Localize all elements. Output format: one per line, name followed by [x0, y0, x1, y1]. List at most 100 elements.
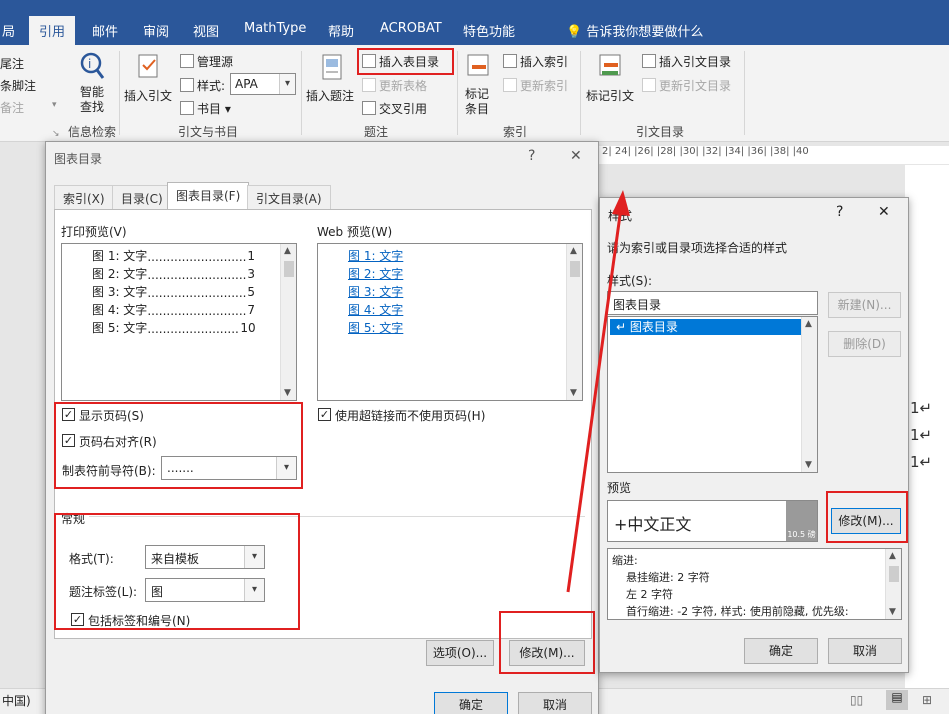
description-line: 缩进: [612, 554, 638, 567]
manage-sources-button[interactable]: 管理源 [180, 53, 233, 70]
preview-label: 预览 [607, 481, 632, 495]
status-language[interactable]: 中国) [2, 692, 31, 709]
page-number-text: 1↵ [910, 399, 933, 417]
insert-index-icon [503, 54, 517, 68]
preview-size: 10.5 磅 [786, 501, 817, 541]
use-hyperlinks-checkbox[interactable]: ✓ [318, 408, 331, 421]
lightbulb-icon: 💡 [566, 25, 583, 40]
style-cancel-button[interactable]: 取消 [828, 638, 902, 664]
tab-acrobat[interactable]: ACROBAT [380, 21, 442, 36]
dialog-launcher-icon[interactable]: ↘ [52, 129, 60, 139]
highlight-style-modify-button [826, 491, 908, 543]
group-authorities-label: 引文目录 [636, 125, 685, 139]
read-mode-icon[interactable]: ▯▯ [850, 693, 863, 707]
insert-index-button[interactable]: 插入索引 [503, 53, 568, 70]
bibliography-button[interactable]: 书目 ▾ [180, 100, 231, 117]
update-index-button[interactable]: 更新索引 [503, 77, 568, 94]
tab-help[interactable]: 帮助 [328, 21, 354, 40]
web-link[interactable]: 图 5: 文字 [348, 319, 403, 336]
group-citations-label: 引文与书目 [178, 125, 239, 139]
mark-citation-button[interactable]: 标记引文 [586, 87, 634, 104]
update-table-button[interactable]: 更新表格 [362, 77, 427, 94]
bibliography-icon [180, 101, 194, 115]
print-layout-icon[interactable]: ▤ [886, 690, 908, 710]
chevron-up-icon[interactable]: ▲ [284, 246, 291, 256]
style-ok-button[interactable]: 确定 [744, 638, 818, 664]
insert-citation-button[interactable]: 插入引文 [124, 87, 172, 104]
show-notes-button[interactable]: 备注 [0, 99, 24, 116]
scrollbar[interactable]: ▲ ▼ [566, 244, 582, 400]
scrollbar[interactable]: ▲ ▼ [885, 549, 901, 619]
group-separator [457, 51, 458, 135]
citation-style-select[interactable]: APA ▾ [230, 73, 296, 95]
new-style-button[interactable]: 新建(N)... [828, 292, 901, 318]
close-icon[interactable]: ✕ [570, 148, 582, 164]
tab-review[interactable]: 审阅 [143, 21, 169, 40]
chevron-down-icon[interactable]: ▼ [889, 607, 896, 617]
scroll-thumb[interactable] [570, 261, 580, 277]
help-icon[interactable]: ? [836, 204, 843, 220]
tab-mailings[interactable]: 邮件 [92, 21, 118, 40]
chevron-down-icon[interactable]: ▼ [805, 460, 812, 470]
endnote-button[interactable]: 尾注 [0, 55, 24, 72]
update-table-of-authorities-button[interactable]: 更新引文目录 [642, 77, 731, 94]
ok-button[interactable]: 确定 [434, 692, 508, 714]
highlight-modify-button [499, 611, 595, 674]
next-footnote-button[interactable]: 条脚注 [0, 77, 36, 94]
cancel-button[interactable]: 取消 [518, 692, 592, 714]
web-layout-icon[interactable]: ⊞ [922, 693, 932, 707]
print-preview-box: 图 1: 文字.................................… [61, 243, 297, 401]
use-hyperlinks-label[interactable]: 使用超链接而不使用页码(H) [335, 407, 485, 424]
style-name-input[interactable]: 图表目录 [607, 291, 818, 315]
list-item: 图 2: 文字.................................… [92, 265, 255, 282]
web-link[interactable]: 图 4: 文字 [348, 301, 403, 318]
web-link[interactable]: 图 3: 文字 [348, 283, 403, 300]
chevron-up-icon[interactable]: ▲ [889, 551, 896, 561]
help-icon[interactable]: ? [528, 148, 535, 164]
chevron-up-icon[interactable]: ▲ [570, 246, 577, 256]
chevron-up-icon[interactable]: ▲ [805, 319, 812, 329]
cross-reference-button[interactable]: 交叉引用 [362, 100, 427, 117]
tab-table-of-figures[interactable]: 图表目录(F) [167, 182, 250, 210]
chevron-down-icon[interactable]: ▼ [284, 388, 291, 398]
scroll-thumb[interactable] [284, 261, 294, 277]
group-separator [301, 51, 302, 135]
tell-me-search[interactable]: 💡 告诉我你想要做什么 [566, 21, 703, 40]
insert-caption-button[interactable]: 插入题注 [306, 87, 354, 104]
group-separator [580, 51, 581, 135]
entry-text: 图 4: 文字 [92, 303, 148, 317]
delete-style-button[interactable]: 删除(D) [828, 331, 901, 357]
style-list-item-selected[interactable]: ↵ 图表目录 [610, 319, 801, 335]
close-icon[interactable]: ✕ [878, 204, 890, 220]
tab-special-features[interactable]: 特色功能 [463, 21, 515, 40]
web-link[interactable]: 图 1: 文字 [348, 247, 403, 264]
scrollbar[interactable]: ▲ ▼ [801, 317, 817, 472]
web-link[interactable]: 图 2: 文字 [348, 265, 403, 282]
scrollbar[interactable]: ▲ ▼ [280, 244, 296, 400]
sources-icon [180, 54, 194, 68]
mark-entry-button[interactable]: 标记条目 [464, 87, 490, 117]
list-item: 图 1: 文字.................................… [92, 247, 255, 264]
insert-caption-icon [322, 54, 342, 80]
tab-references[interactable]: 引用 [29, 16, 76, 48]
options-button[interactable]: 选项(O)... [426, 640, 494, 666]
web-preview-label: Web 预览(W) [317, 225, 393, 239]
tab-layout[interactable]: 局 [2, 21, 15, 40]
chevron-down-icon[interactable]: ▾ [279, 74, 295, 94]
tab-mathtype[interactable]: MathType [244, 21, 306, 36]
insert-index-label: 插入索引 [520, 55, 569, 69]
highlight-insert-table-of-figures [357, 48, 454, 75]
svg-text:i: i [88, 57, 91, 71]
tab-index[interactable]: 索引(X) [54, 185, 114, 209]
chevron-down-icon[interactable]: ▾ [52, 100, 57, 110]
tab-toc[interactable]: 目录(C) [112, 185, 172, 209]
insert-table-of-authorities-button[interactable]: 插入引文目录 [642, 53, 731, 70]
tab-view[interactable]: 视图 [193, 21, 219, 40]
smart-lookup-button[interactable]: 智能查找 [78, 85, 106, 115]
scroll-thumb[interactable] [889, 566, 899, 582]
chevron-down-icon[interactable]: ▼ [570, 388, 577, 398]
style-icon [180, 78, 194, 92]
ruler: 2| 24| |26| |28| |30| |32| |34| |36| |38… [598, 146, 949, 164]
tab-table-of-authorities[interactable]: 引文目录(A) [247, 185, 331, 209]
page-number-text: 1↵ [910, 453, 933, 471]
